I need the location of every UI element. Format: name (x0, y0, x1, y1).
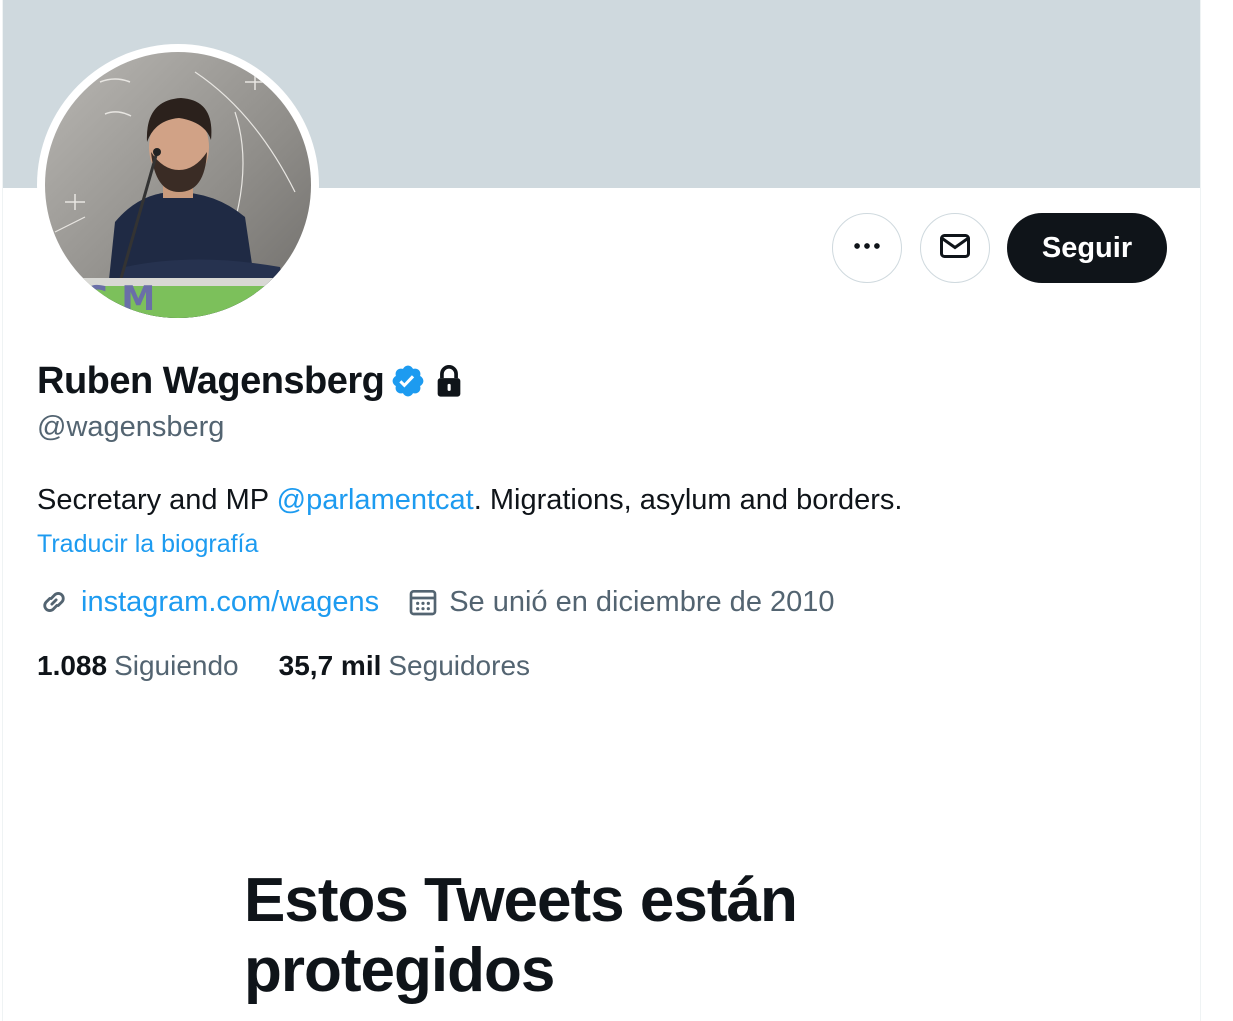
bio-mention-link[interactable]: @parlamentcat (277, 484, 474, 516)
following-stat[interactable]: 1.088 Siguiendo (37, 650, 239, 682)
joined-date: Se unió en diciembre de 2010 (407, 585, 835, 619)
bio-text-prefix: Secretary and MP (37, 484, 277, 516)
followers-label: Seguidores (388, 650, 531, 681)
profile-page: S M Seguir Ruben Wagensberg @wagensberg … (0, 0, 1233, 1021)
profile-bio: Secretary and MP @parlamentcat. Migratio… (37, 484, 902, 517)
more-button[interactable] (832, 213, 902, 283)
more-horizontal-icon (850, 229, 884, 268)
display-name: Ruben Wagensberg (37, 359, 385, 402)
following-label: Siguiendo (114, 650, 239, 681)
following-count: 1.088 (37, 650, 108, 681)
profile-avatar[interactable]: S M (37, 44, 319, 326)
avatar-photo: S M (45, 52, 311, 318)
followers-count: 35,7 mil (278, 650, 382, 681)
profile-handle: @wagensberg (37, 411, 225, 443)
link-icon (37, 585, 71, 619)
calendar-icon (407, 586, 439, 618)
joined-text: Se unió en diciembre de 2010 (449, 585, 835, 618)
protected-tweets-title: Estos Tweets están protegidos (244, 866, 798, 1005)
translate-bio-link[interactable]: Traducir la biografía (37, 530, 258, 559)
follow-button[interactable]: Seguir (1007, 213, 1167, 283)
profile-meta: instagram.com/wagens Se unió en diciembr… (37, 585, 835, 619)
lock-icon[interactable] (434, 364, 464, 398)
message-button[interactable] (920, 213, 990, 283)
bio-text-suffix: . Migrations, asylum and borders. (473, 484, 903, 516)
envelope-icon (937, 228, 973, 269)
profile-column: S M Seguir Ruben Wagensberg @wagensberg … (2, 0, 1201, 1021)
verified-badge-icon[interactable] (390, 363, 426, 399)
name-row: Ruben Wagensberg (37, 356, 464, 406)
followers-stat[interactable]: 35,7 mil Seguidores (279, 650, 530, 682)
website-link[interactable]: instagram.com/wagens (81, 586, 379, 619)
svg-text:S M: S M (85, 279, 155, 318)
follow-stats: 1.088 Siguiendo 35,7 mil Seguidores (37, 650, 530, 682)
